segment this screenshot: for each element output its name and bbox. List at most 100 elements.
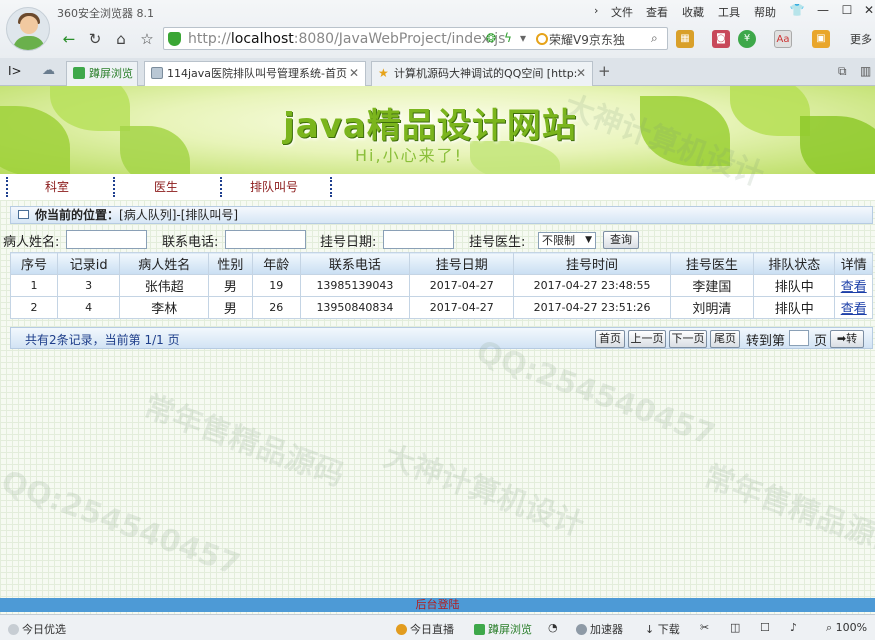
nav-queue[interactable]: 排队叫号 [224, 178, 324, 198]
nav-doctor[interactable]: 医生 [118, 178, 214, 198]
user-avatar[interactable] [6, 7, 50, 51]
col-header: 性别 [208, 252, 253, 275]
star-icon: ★ [378, 66, 389, 80]
home-icon[interactable]: ⌂ [110, 28, 132, 50]
trash-icon[interactable]: ▥ [860, 64, 871, 78]
lightning-icon[interactable]: ϟ [504, 31, 512, 45]
prev-page-button[interactable]: 上一页 [628, 330, 666, 348]
view-detail-link[interactable]: 查看 [841, 302, 867, 317]
phone-icon [73, 67, 85, 79]
reg-date-input[interactable] [383, 230, 454, 249]
site-banner: java精品设计网站 Hi,小心来了! [0, 86, 875, 174]
phone-input[interactable] [225, 230, 306, 249]
first-page-button[interactable]: 首页 [595, 330, 625, 348]
cell-index: 1 [10, 274, 58, 297]
zoom-icon: ⌕ [826, 621, 833, 634]
tab-hospital-home[interactable]: 114java医院排队叫号管理系统-首页 ✕ [144, 61, 366, 87]
favorite-star-icon[interactable]: ☆ [136, 28, 158, 50]
doctor-select[interactable]: 不限制 ▼ [538, 232, 596, 249]
address-url[interactable]: http://localhost:8080/JavaWebProject/ind… [188, 31, 505, 47]
page-number-input[interactable] [789, 330, 809, 346]
site-nav: 科室 医生 排队叫号 [0, 174, 875, 200]
gift-icon[interactable]: ▣ [812, 30, 830, 48]
table-row: 1 3 张伟超 男 19 13985139043 2017-04-27 2017… [10, 274, 873, 297]
web-page: java精品设计网站 Hi,小心来了! 科室 医生 排队叫号 你当前的位置：[病… [0, 86, 875, 614]
col-header: 联系电话 [299, 252, 411, 275]
compat-mode-icon[interactable]: ❂ [486, 31, 496, 45]
sync-icon[interactable]: ◔ [548, 621, 558, 634]
watermark: 常年售精品源码 [139, 388, 349, 494]
app-store-icon[interactable]: ▦ [676, 30, 694, 48]
browser-app-title: 360安全浏览器 8.1 [57, 7, 154, 20]
address-bar[interactable]: http://localhost:8080/JavaWebProject/ind… [163, 27, 668, 50]
download[interactable]: ↓ 下载 [645, 621, 680, 637]
next-page-button[interactable]: 下一页 [669, 330, 707, 348]
zoom-control[interactable]: ⌕ 100% [826, 621, 867, 635]
tab-close-icon[interactable]: ✕ [576, 62, 586, 85]
col-header: 挂号日期 [409, 252, 515, 275]
browser-titlebar: 360安全浏览器 8.1 › 文件 查看 收藏 工具 帮助 👕 — ☐ ✕ ← … [0, 0, 875, 58]
money-icon[interactable]: ¥ [738, 30, 756, 48]
tab-qq-space[interactable]: ★ 计算机源码大神调试的QQ空间 [http: ✕ [371, 61, 593, 86]
chevron-down-icon: ▼ [585, 235, 592, 245]
page-icon [151, 67, 163, 79]
doctor-label: 挂号医生: [469, 235, 526, 250]
shirt-skin-icon[interactable]: 👕 [786, 1, 808, 19]
breadcrumb: 你当前的位置：[病人队列]-[排队叫号] [10, 206, 873, 224]
security-shield-icon [168, 32, 181, 46]
maximize-button[interactable]: ☐ [836, 1, 858, 19]
go-button[interactable]: ➡转 [830, 330, 864, 348]
window-icon [18, 210, 29, 219]
menu-favorites[interactable]: 收藏 [682, 4, 704, 20]
mail-icon[interactable]: ◙ [712, 30, 730, 48]
cloud-icon[interactable]: ☁ [42, 63, 55, 78]
tab-mobile-browse[interactable]: 蹲屏浏览 [66, 61, 138, 86]
accelerator[interactable]: 加速器 [576, 621, 623, 637]
view-detail-link[interactable]: 查看 [841, 280, 867, 295]
sidebar-toggle-icon[interactable]: I> [8, 64, 22, 78]
patient-name-input[interactable] [66, 230, 147, 249]
last-page-button[interactable]: 尾页 [710, 330, 740, 348]
query-button[interactable]: 查询 [603, 231, 639, 249]
mobile-browse[interactable]: 蹲屏浏览 [474, 621, 532, 637]
refresh-icon[interactable]: ↻ [84, 28, 106, 50]
admin-login-link[interactable]: 后台登陆 [416, 598, 460, 611]
cell-reg-date: 2017-04-27 [409, 296, 515, 319]
search-engine-icon[interactable] [536, 33, 548, 45]
back-arrow-icon[interactable]: ← [58, 28, 80, 50]
cell-status: 排队中 [753, 296, 836, 319]
menu-view[interactable]: 查看 [646, 4, 668, 20]
more-button[interactable]: 更多 [850, 31, 872, 47]
menu-help[interactable]: 帮助 [754, 4, 776, 20]
speaker-icon[interactable]: ♪ [790, 621, 797, 634]
reg-date-label: 挂号日期: [320, 235, 377, 250]
today-picks[interactable]: 今日优选 [8, 621, 66, 637]
search-icon[interactable]: ⌕ [651, 31, 658, 46]
dropdown-icon[interactable]: ▾ [520, 31, 526, 45]
close-button[interactable]: ✕ [858, 1, 875, 19]
footer-bar: 后台登陆 [0, 598, 875, 612]
tab-close-icon[interactable]: ✕ [349, 62, 359, 85]
site-title: java精品设计网站 [283, 106, 577, 146]
restore-tabs-icon[interactable]: ⧉ [838, 64, 847, 79]
menu-tools[interactable]: 工具 [718, 4, 740, 20]
menu-file[interactable]: 文件 [611, 4, 633, 20]
col-header: 排队状态 [753, 252, 836, 275]
nav-department[interactable]: 科室 [10, 178, 104, 198]
goto-label: 转到第 [746, 334, 786, 349]
search-input[interactable]: 荣耀V9京东独 [549, 31, 625, 48]
snapshot-icon[interactable]: ◫ [730, 621, 740, 634]
scissors-icon[interactable]: ✂ [700, 621, 709, 634]
today-live[interactable]: 今日直播 [396, 621, 454, 637]
cell-reg-date: 2017-04-27 [409, 274, 515, 297]
col-header: 挂号医生 [669, 252, 755, 275]
chevron-right-icon[interactable]: › [594, 4, 598, 17]
cell-detail: 查看 [834, 296, 873, 319]
grid-icon [8, 624, 19, 635]
minimize-button[interactable]: — [812, 1, 834, 19]
translate-icon[interactable]: Aa [774, 30, 792, 48]
new-tab-plus-icon[interactable]: + [598, 62, 611, 80]
window-icon[interactable]: ☐ [760, 621, 770, 634]
cell-age: 26 [251, 296, 301, 319]
table-header-row: 序号 记录id 病人姓名 性别 年龄 联系电话 挂号日期 挂号时间 挂号医生 排… [10, 252, 873, 275]
